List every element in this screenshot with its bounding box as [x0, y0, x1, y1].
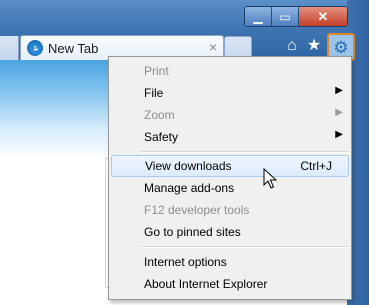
previous-tab[interactable] — [0, 36, 19, 60]
menu-item-label: Go to pinned sites — [144, 225, 241, 239]
tab-title: New Tab — [48, 41, 99, 56]
menu-item-label: File — [144, 86, 164, 100]
menu-item-pinned-sites[interactable]: Go to pinned sites — [111, 221, 349, 243]
home-icon[interactable]: ⌂ — [282, 36, 302, 56]
menu-item-safety[interactable]: Safety ▶ — [111, 126, 349, 148]
close-button[interactable]: ✕ — [299, 7, 347, 26]
menu-item-label: Zoom — [144, 108, 175, 122]
tools-menu: Print File ▶ Zoom ▶ Safety ▶ View downlo… — [108, 56, 352, 300]
gear-icon: ⚙ — [333, 37, 349, 57]
menu-item-zoom[interactable]: Zoom ▶ — [111, 104, 349, 126]
menu-item-label: Manage add-ons — [144, 181, 235, 195]
menu-item-label: Safety — [144, 130, 179, 144]
menu-item-view-downloads[interactable]: View downloads Ctrl+J — [111, 155, 349, 177]
menu-item-f12-developer-tools[interactable]: F12 developer tools — [111, 199, 349, 221]
mouse-cursor-icon — [263, 168, 277, 189]
minimize-button[interactable]: ▁ — [245, 7, 272, 26]
menu-item-about[interactable]: About Internet Explorer — [111, 273, 349, 295]
menu-separator — [141, 151, 349, 153]
menu-item-label: About Internet Explorer — [144, 277, 268, 291]
window-controls: ▁ ▭ ✕ — [244, 6, 348, 27]
menu-item-shortcut: Ctrl+J — [300, 159, 332, 173]
submenu-arrow-icon: ▶ — [335, 107, 343, 118]
menu-item-label: F12 developer tools — [144, 203, 250, 217]
submenu-arrow-icon: ▶ — [335, 85, 343, 96]
menu-item-file[interactable]: File ▶ — [111, 82, 349, 104]
menu-item-label: View downloads — [145, 159, 232, 173]
menu-item-manage-addons[interactable]: Manage add-ons — [111, 177, 349, 199]
menu-item-internet-options[interactable]: Internet options — [111, 251, 349, 273]
internet-explorer-icon: e — [27, 40, 43, 56]
tab-close-icon[interactable]: × — [209, 39, 217, 55]
menu-item-print[interactable]: Print — [111, 60, 349, 82]
menu-item-label: Internet options — [144, 255, 227, 269]
menu-separator — [141, 246, 349, 248]
submenu-arrow-icon: ▶ — [335, 129, 343, 140]
menu-item-label: Print — [144, 64, 169, 78]
maximize-button[interactable]: ▭ — [272, 7, 299, 26]
favorites-star-icon[interactable]: ★ — [304, 36, 324, 56]
